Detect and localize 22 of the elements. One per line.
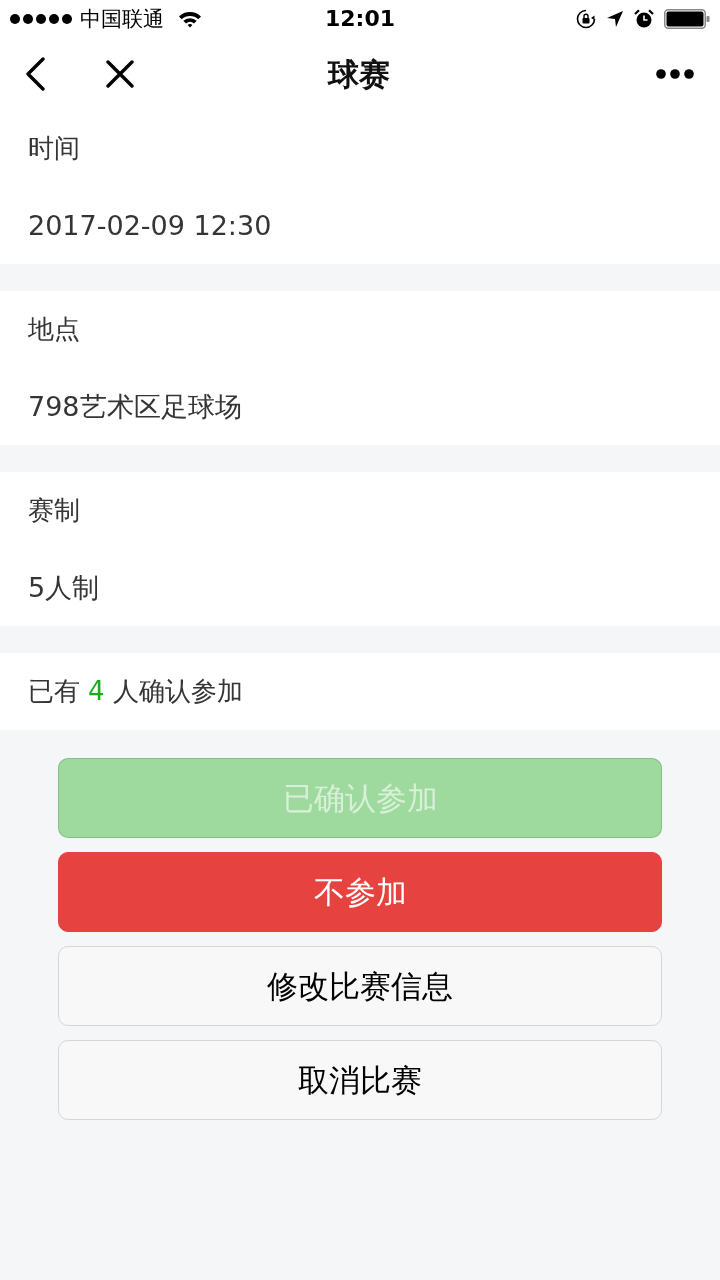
action-button[interactable]: 修改比赛信息 — [58, 946, 662, 1026]
field-value: 798艺术区足球场 — [28, 391, 242, 422]
close-icon[interactable] — [106, 60, 134, 88]
alarm-clock-icon — [634, 9, 654, 29]
field-value: 2017-02-09 12:30 — [28, 210, 272, 241]
decline-button[interactable]: 不参加 — [58, 852, 662, 932]
signal-dots-icon — [10, 14, 72, 24]
more-menu-icon[interactable] — [656, 69, 694, 79]
field-label: 地点 — [28, 315, 80, 344]
action-button[interactable]: 取消比赛 — [58, 1040, 662, 1120]
page-title: 球赛 — [328, 58, 390, 90]
battery-icon — [664, 9, 710, 29]
wifi-icon — [178, 10, 202, 28]
field-label: 赛制 — [28, 496, 80, 525]
location-arrow-icon — [606, 10, 624, 28]
field-label: 时间 — [28, 134, 80, 163]
status-time: 12:01 — [325, 8, 395, 30]
back-chevron-icon[interactable] — [24, 57, 46, 91]
participants-summary: 已有 4 人确认参加 — [28, 677, 243, 706]
rotation-lock-icon — [576, 9, 596, 29]
field-value: 5人制 — [28, 572, 100, 603]
carrier-name: 中国联通 — [80, 8, 164, 30]
